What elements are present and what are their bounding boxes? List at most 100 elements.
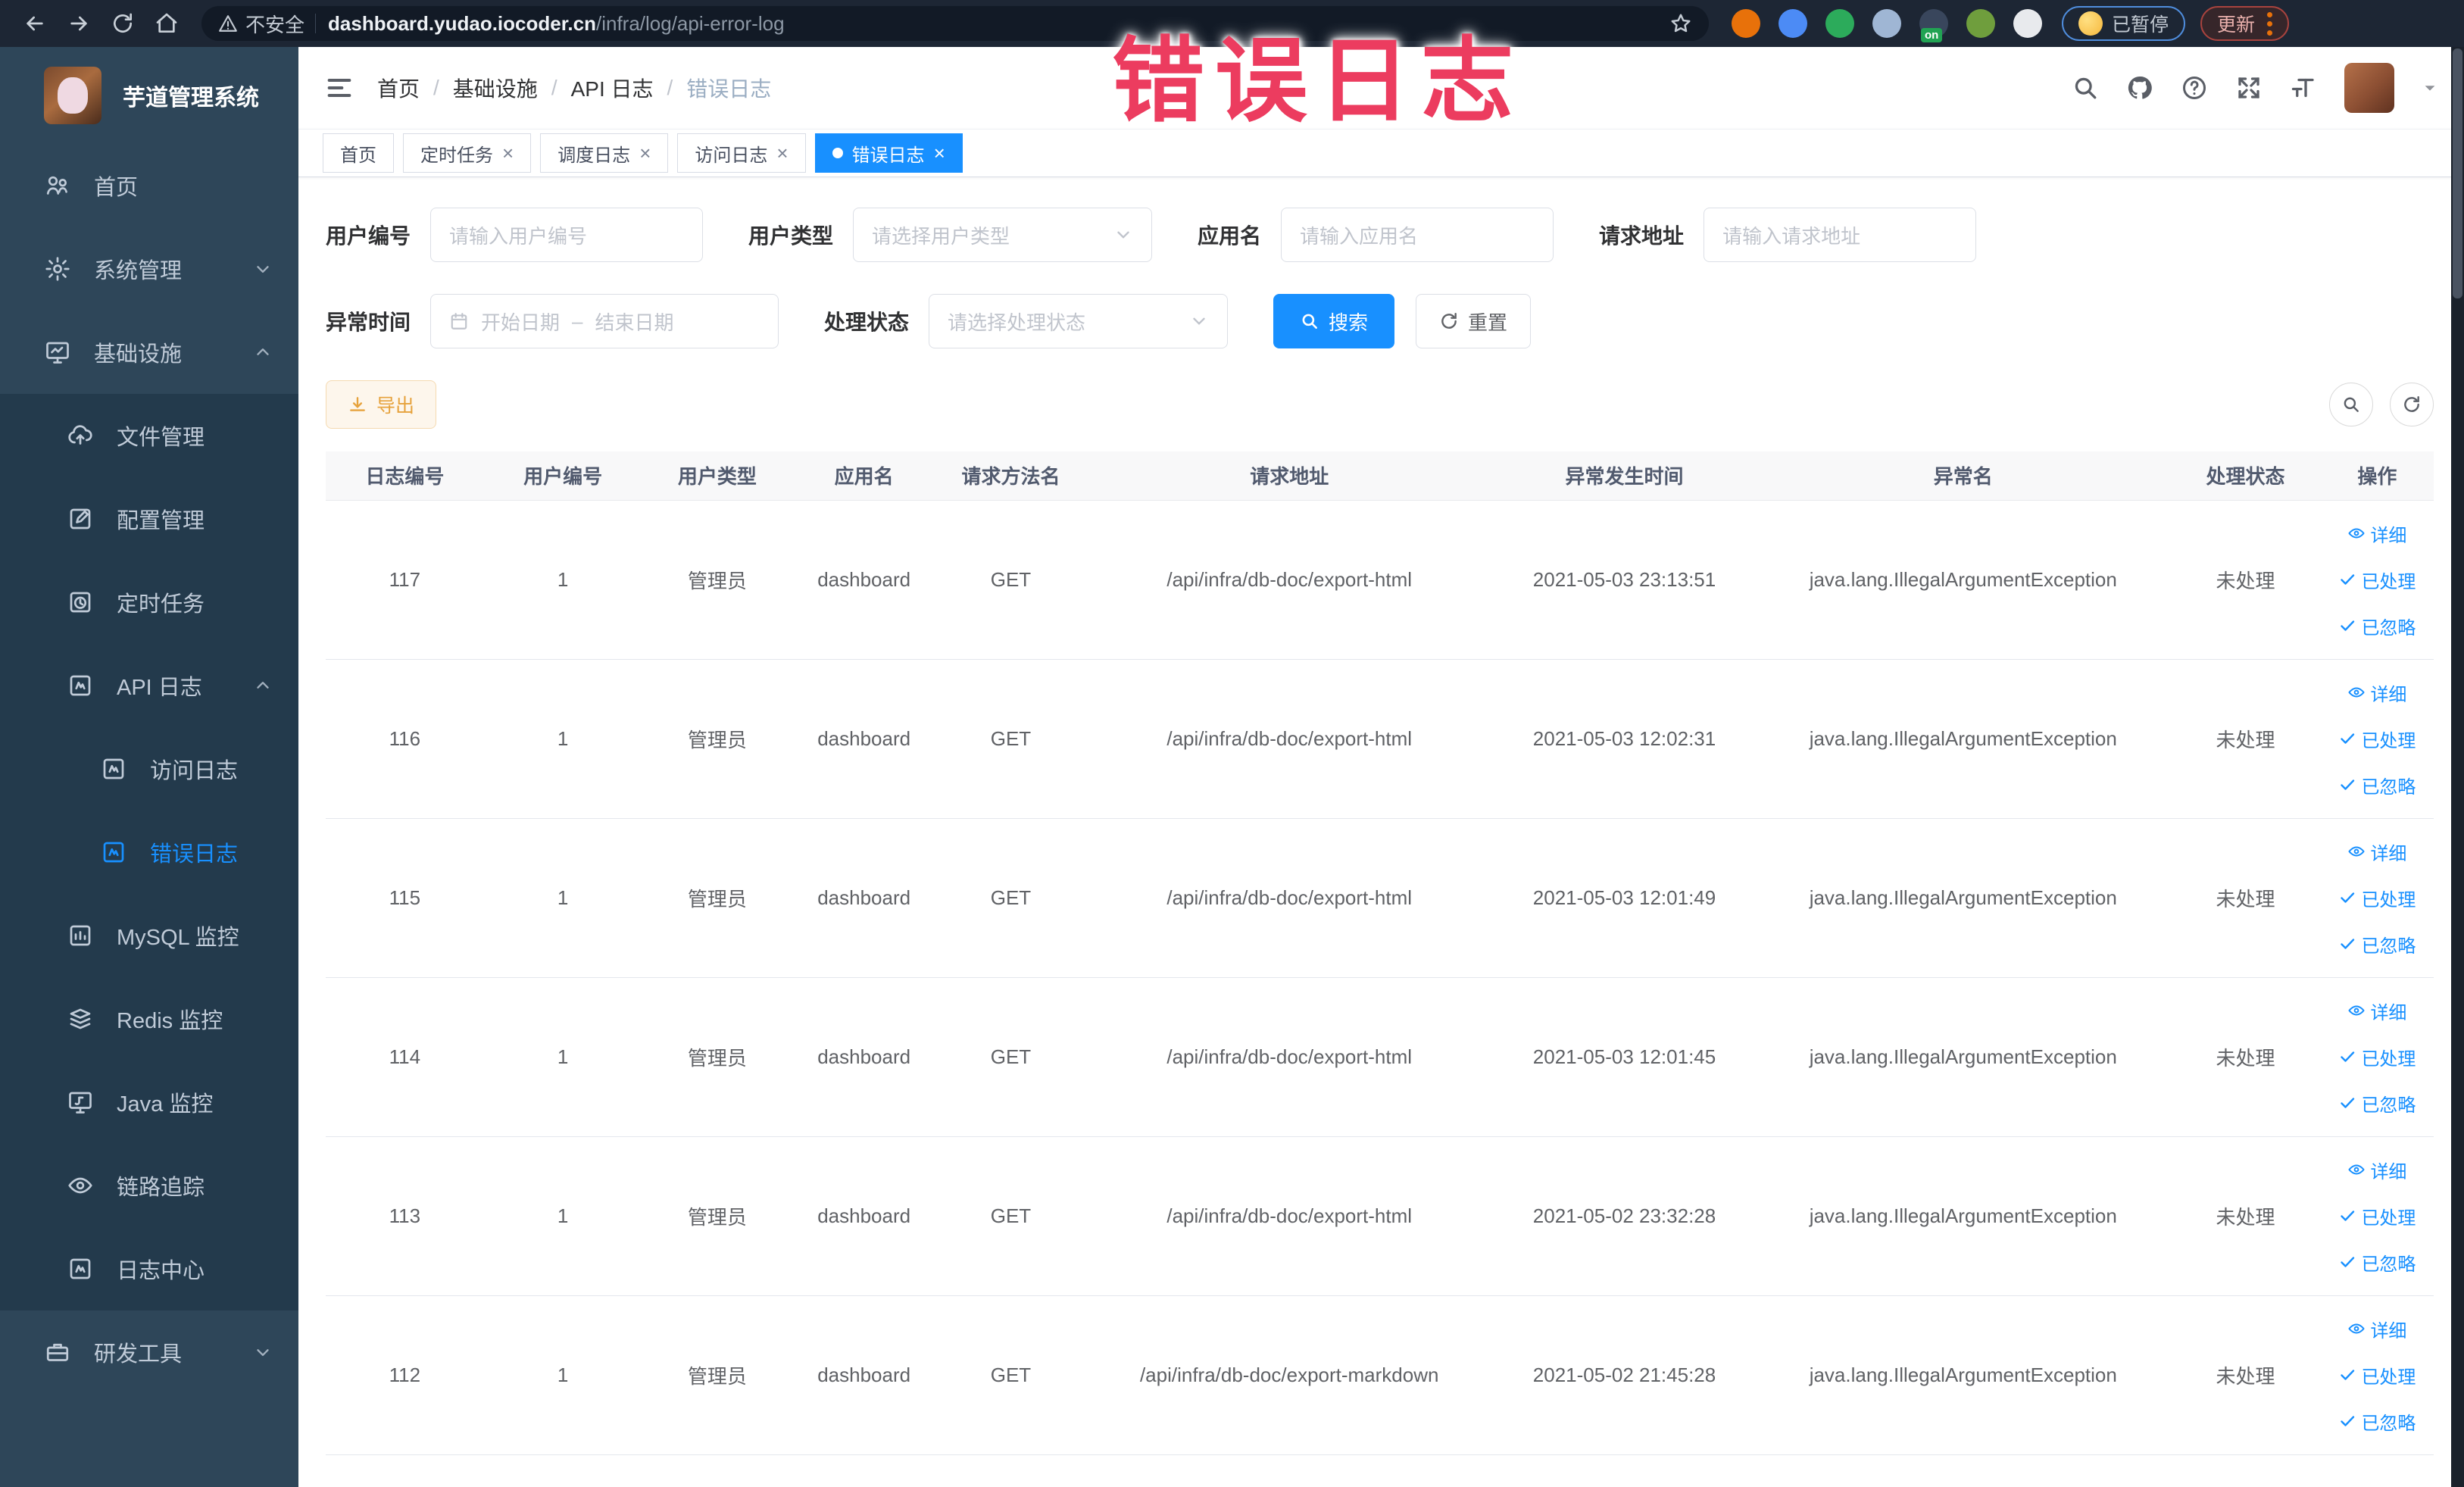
sidebar-item-label: 日志中心 (117, 1259, 205, 1283)
sidebar-item-mysql[interactable]: MySQL 监控 (0, 894, 298, 977)
refresh-table-button[interactable] (2390, 383, 2434, 426)
close-icon[interactable]: × (776, 143, 788, 163)
ext-proxy-icon[interactable]: on (1919, 9, 1948, 42)
logo-image (44, 67, 101, 124)
close-icon[interactable]: × (639, 143, 651, 163)
chrome-update-button[interactable]: 更新 (2200, 6, 2290, 41)
breadcrumb-separator: / (433, 76, 439, 99)
url-path: /infra/log/api-error-log (595, 11, 785, 35)
scrollbar-thumb[interactable] (2453, 48, 2462, 298)
user-id-input[interactable]: 请输入用户编号 (430, 208, 704, 262)
browser-back-icon[interactable] (15, 4, 55, 43)
process-status-select[interactable]: 请选择处理状态 (929, 294, 1229, 348)
user-menu-caret-icon[interactable] (2422, 80, 2438, 96)
sidebar-item-redis[interactable]: Redis 监控 (0, 977, 298, 1061)
search-icon[interactable] (2072, 74, 2099, 102)
check-icon (2338, 935, 2356, 953)
sidebar-item-system[interactable]: 系统管理 (0, 227, 298, 311)
page-scrollbar[interactable] (2451, 47, 2464, 1487)
mark-ignored-link[interactable]: 已忽略 (2338, 613, 2416, 639)
breadcrumb-item[interactable]: 首页 (377, 73, 420, 103)
table-cell: GET (935, 500, 1086, 660)
table-cell: dashboard (792, 500, 936, 660)
sidebar-item-access-log[interactable]: 访问日志 (0, 727, 298, 811)
help-doc-icon[interactable] (2181, 74, 2208, 102)
fullscreen-icon[interactable] (2235, 74, 2263, 102)
mark-processed-link[interactable]: 已处理 (2338, 1203, 2416, 1229)
sidebar-item-label: 链路追踪 (117, 1176, 205, 1200)
mark-processed-link[interactable]: 已处理 (2338, 1044, 2416, 1070)
close-icon[interactable]: × (934, 143, 945, 163)
table-cell: GET (935, 659, 1086, 819)
address-bar[interactable]: 不安全 dashboard.yudao.iocoder.cn/infra/log… (201, 6, 1709, 41)
github-icon[interactable] (2126, 74, 2153, 102)
profile-paused-button[interactable]: 已暂停 (2062, 6, 2186, 41)
table-cell: 管理员 (642, 1295, 793, 1455)
ext-green-icon[interactable] (1825, 9, 1854, 38)
mark-ignored-link[interactable]: 已忽略 (2338, 931, 2416, 957)
sidebar-item-log-center[interactable]: 日志中心 (0, 1227, 298, 1310)
security-label[interactable]: 不安全 (245, 10, 304, 38)
table-row: 116 1 管理员 dashboard GET/api/infra/db-doc/exp… (326, 659, 2434, 819)
browser-home-icon[interactable] (147, 4, 186, 43)
detail-link[interactable]: 详细 (2347, 1316, 2406, 1342)
sidebar-item-api-log[interactable]: API 日志 (0, 644, 298, 727)
detail-link[interactable]: 详细 (2347, 998, 2406, 1024)
sidebar-item-home[interactable]: 首页 (0, 144, 298, 227)
sidebar-item-dev-tools[interactable]: 研发工具 (0, 1310, 298, 1394)
sidebar-item-error-log[interactable]: 错误日志 (0, 811, 298, 894)
detail-link[interactable]: 详细 (2347, 679, 2406, 706)
mark-ignored-link[interactable]: 已忽略 (2338, 1090, 2416, 1117)
sidebar-item-file[interactable]: 文件管理 (0, 394, 298, 477)
app-name-input[interactable]: 请输入应用名 (1281, 208, 1554, 262)
user-avatar[interactable] (2344, 63, 2394, 113)
sidebar-item-job[interactable]: 定时任务 (0, 561, 298, 644)
user-type-select[interactable]: 请选择用户类型 (853, 208, 1153, 262)
browser-reload-icon[interactable] (103, 4, 142, 43)
mark-ignored-link[interactable]: 已忽略 (2338, 1408, 2416, 1435)
ext-leaf-icon[interactable] (1966, 9, 1995, 38)
sidebar-item-config[interactable]: 配置管理 (0, 477, 298, 561)
search-button[interactable]: 搜索 (1273, 294, 1395, 348)
breadcrumb-item[interactable]: API 日志 (571, 73, 654, 103)
browser-forward-icon[interactable] (59, 4, 98, 43)
ext-orange-icon[interactable] (1732, 9, 1760, 38)
sidebar-logo[interactable]: 芋道管理系统 (0, 47, 298, 144)
tag-view-tab[interactable]: 定时任务 × (403, 133, 532, 173)
ext-grid-icon[interactable] (1872, 9, 1901, 38)
sidebar-item-java[interactable]: Java 监控 (0, 1061, 298, 1144)
close-icon[interactable]: × (502, 143, 514, 163)
calendar-icon (449, 311, 469, 331)
bookmark-star-icon[interactable] (1669, 12, 1692, 35)
sidebar-item-trace[interactable]: 链路追踪 (0, 1144, 298, 1227)
check-icon (2338, 570, 2356, 589)
detail-link[interactable]: 详细 (2347, 520, 2406, 547)
detail-link[interactable]: 详细 (2347, 1157, 2406, 1183)
monitor-icon (44, 339, 71, 366)
exception-time-range-picker[interactable]: 开始日期 – 结束日期 (430, 294, 779, 348)
reset-button[interactable]: 重置 (1416, 294, 1532, 348)
ext-puzzle-icon[interactable] (2013, 9, 2042, 38)
request-url-input[interactable]: 请输入请求地址 (1704, 208, 1977, 262)
ext-shield-icon[interactable] (1779, 9, 1807, 38)
browser-menu-icon[interactable] (2267, 11, 2273, 36)
mark-processed-link[interactable]: 已处理 (2338, 726, 2416, 752)
collapse-sidebar-icon[interactable] (324, 73, 354, 103)
mark-ignored-link[interactable]: 已忽略 (2338, 1249, 2416, 1276)
font-size-icon[interactable] (2290, 74, 2317, 102)
tag-view-tab[interactable]: 访问日志 × (677, 133, 806, 173)
export-button[interactable]: 导出 (326, 380, 437, 429)
mark-processed-link[interactable]: 已处理 (2338, 567, 2416, 593)
mark-processed-link[interactable]: 已处理 (2338, 885, 2416, 911)
mark-ignored-link[interactable]: 已忽略 (2338, 772, 2416, 798)
sidebar-item-infra[interactable]: 基础设施 (0, 311, 298, 394)
toggle-search-button[interactable] (2329, 383, 2373, 426)
tag-view-tab[interactable]: 首页 (323, 133, 394, 173)
tag-view-tab[interactable]: 错误日志 × (814, 133, 963, 173)
breadcrumb-item[interactable]: 基础设施 (453, 73, 538, 103)
active-dot (832, 148, 843, 158)
detail-link[interactable]: 详细 (2347, 839, 2406, 865)
tag-view-tab[interactable]: 调度日志 × (540, 133, 669, 173)
mark-processed-link[interactable]: 已处理 (2338, 1362, 2416, 1389)
end-date-placeholder: 结束日期 (595, 311, 674, 334)
